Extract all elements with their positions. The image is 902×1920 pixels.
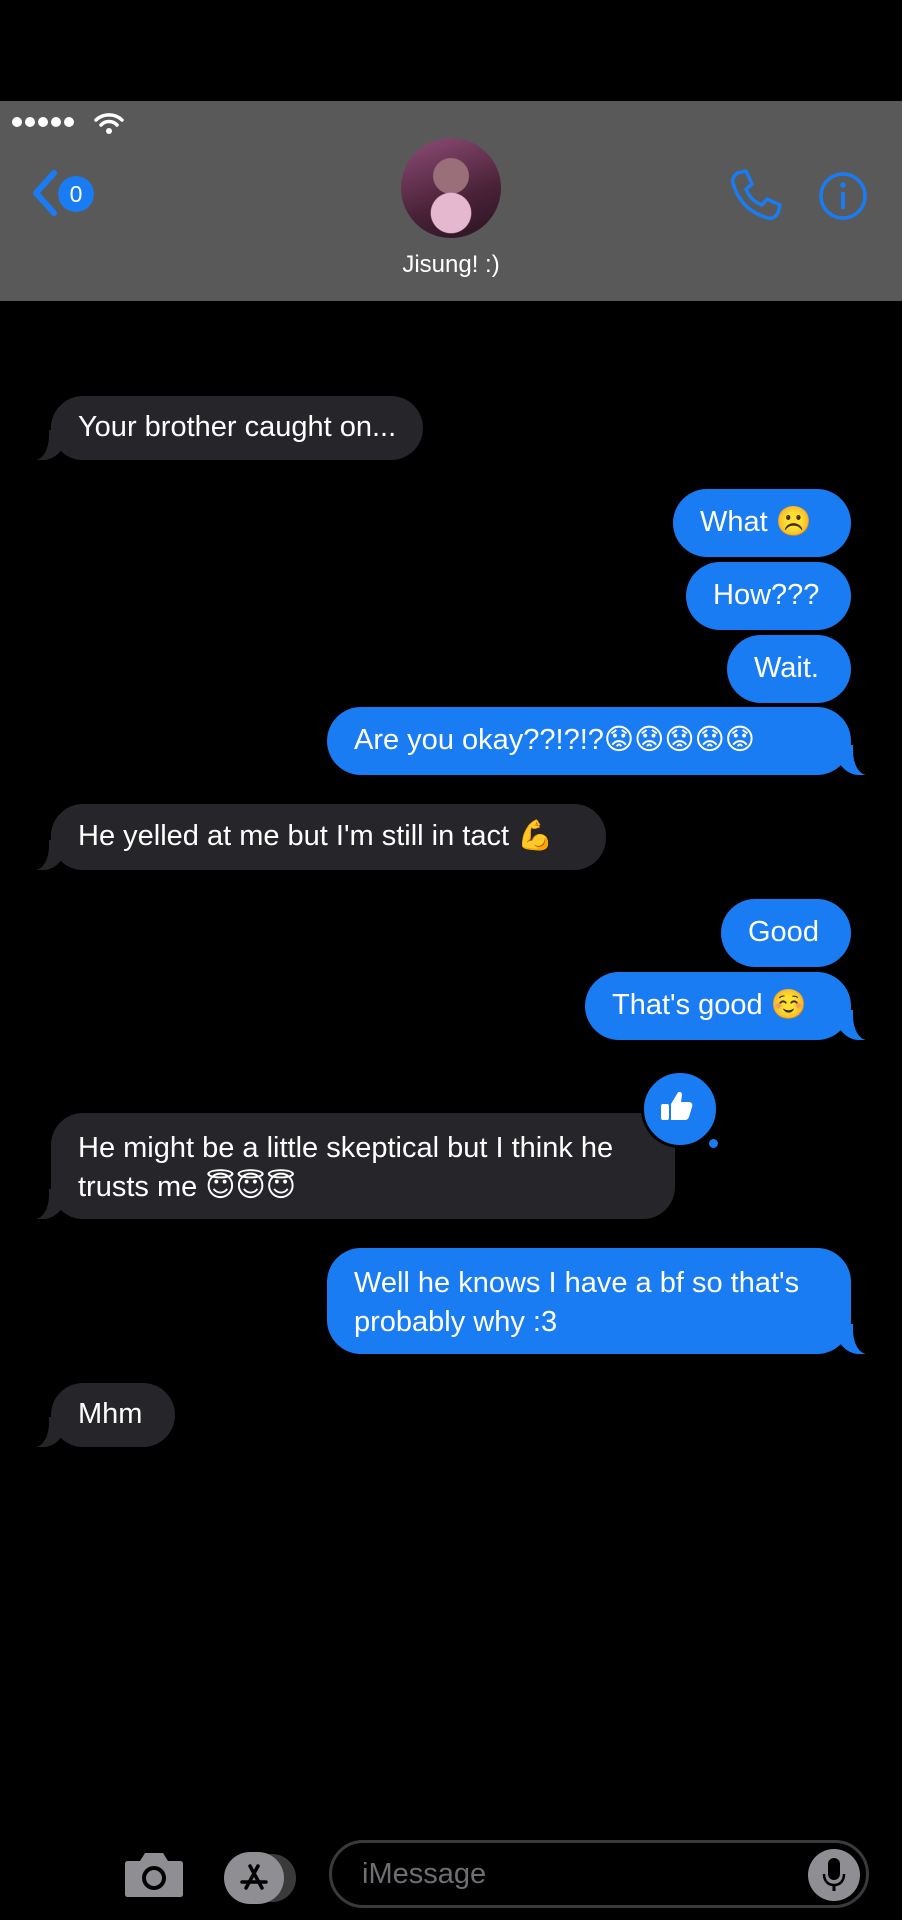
message-outgoing[interactable]: Good — [721, 899, 851, 967]
message-text: Well he knows I have a bf so that's prob… — [354, 1267, 800, 1338]
message-input-placeholder: iMessage — [362, 1858, 487, 1890]
message-outgoing[interactable]: That's good ☺️ — [585, 972, 869, 1040]
signal-strength-icon — [12, 117, 74, 127]
conversation-header: 0 Jisung! :) — [0, 101, 902, 301]
composer-bar: iMessage — [0, 1820, 902, 1920]
message-outgoing[interactable]: How??? — [686, 562, 851, 630]
message-text: Mhm — [78, 1398, 143, 1430]
message-incoming[interactable]: He yelled at me but I'm still in tact 💪 — [33, 804, 606, 870]
message-incoming[interactable]: Your brother caught on... — [33, 396, 424, 460]
phone-icon[interactable] — [728, 167, 784, 223]
contact-avatar[interactable] — [401, 138, 501, 238]
message-incoming[interactable]: Mhm — [33, 1383, 175, 1447]
message-text: He might be a little skeptical but I thi… — [78, 1132, 614, 1203]
camera-icon[interactable] — [124, 1849, 184, 1899]
message-text: Your brother caught on... — [78, 411, 397, 443]
chevron-left-icon — [33, 170, 57, 216]
microphone-icon — [822, 1858, 846, 1891]
tapback-tail-dot — [709, 1139, 718, 1148]
message-text: Wait. — [754, 652, 819, 684]
unread-badge: 0 — [58, 176, 94, 212]
tapback-reaction[interactable] — [641, 1070, 719, 1148]
tapback-tail-dot — [690, 1118, 704, 1132]
message-text: He yelled at me but I'm still in tact 💪 — [78, 820, 554, 852]
message-text: What ☹️ — [700, 506, 812, 538]
message-text: Good — [748, 916, 819, 948]
message-outgoing[interactable]: Wait. — [727, 635, 851, 703]
message-text: That's good ☺️ — [612, 989, 807, 1021]
app-store-button[interactable] — [224, 1852, 298, 1904]
message-outgoing[interactable]: Are you okay??!?!?😟😟😟😟😟 — [327, 707, 869, 775]
message-incoming[interactable]: He might be a little skeptical but I thi… — [33, 1113, 675, 1219]
thumbs-up-icon — [661, 1091, 693, 1120]
microphone-button[interactable] — [808, 1849, 860, 1901]
back-button[interactable]: 0 — [30, 169, 102, 217]
wifi-icon — [94, 113, 124, 134]
message-input[interactable]: iMessage — [329, 1840, 869, 1908]
message-outgoing[interactable]: What ☹️ — [673, 489, 851, 557]
contact-name[interactable]: Jisung! :) — [0, 251, 902, 279]
message-text: How??? — [713, 579, 820, 611]
message-outgoing[interactable]: Well he knows I have a bf so that's prob… — [327, 1248, 869, 1354]
top-area — [0, 0, 902, 101]
app-store-icon — [240, 1864, 268, 1890]
info-icon[interactable] — [818, 171, 868, 221]
message-text: Are you okay??!?!?😟😟😟😟😟 — [354, 724, 756, 756]
